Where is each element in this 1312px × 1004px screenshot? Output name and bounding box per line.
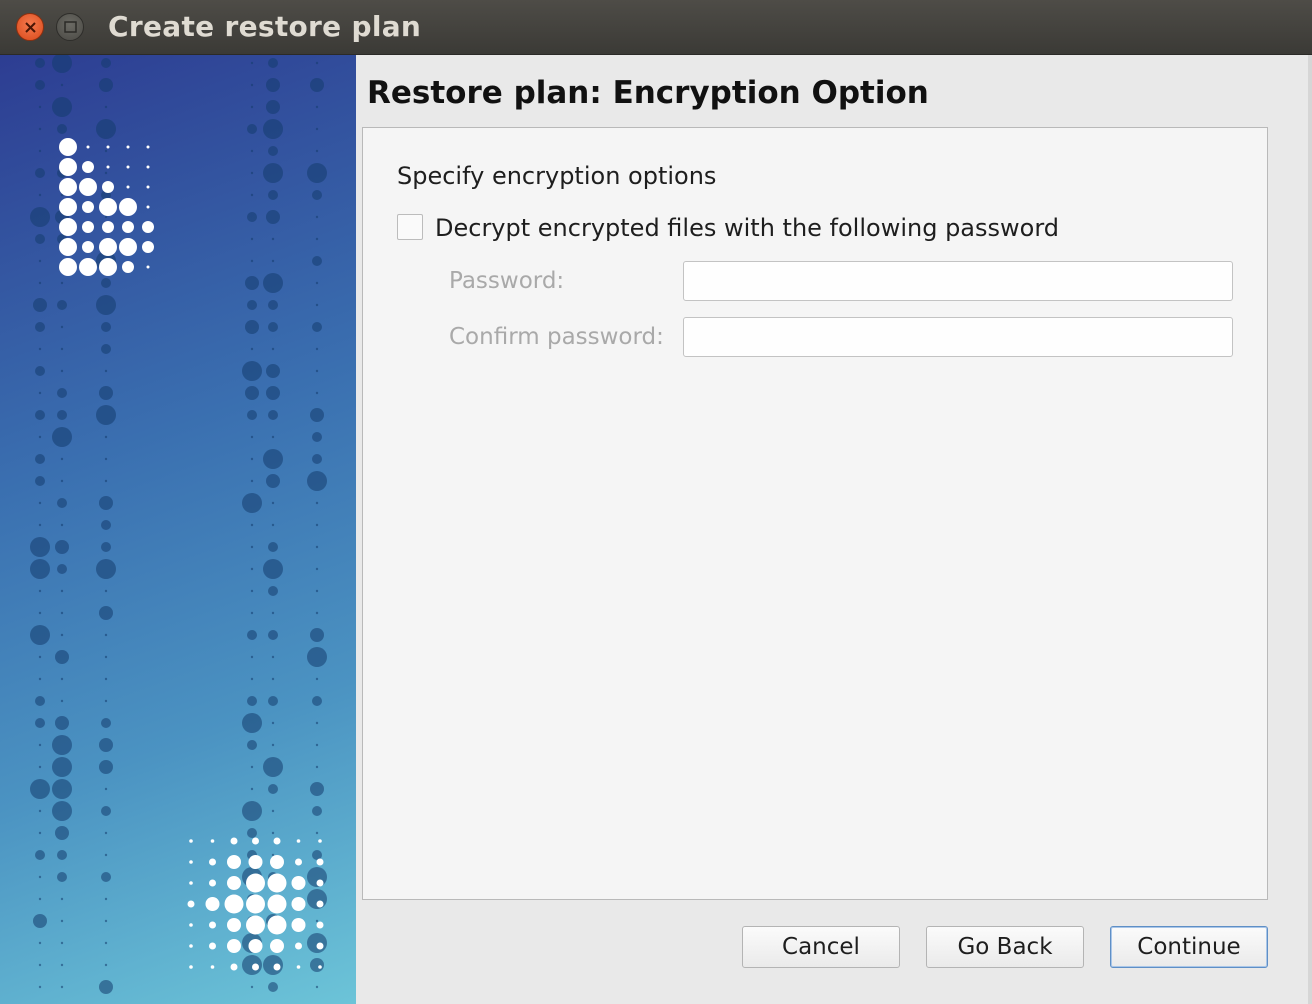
encryption-options-panel: Specify encryption options Decrypt encry… bbox=[362, 127, 1268, 900]
decrypt-checkbox-label[interactable]: Decrypt encrypted files with the followi… bbox=[435, 214, 1059, 242]
window-edge bbox=[1308, 55, 1312, 1004]
cancel-button[interactable]: Cancel bbox=[742, 926, 900, 968]
page-title: Restore plan: Encryption Option bbox=[367, 75, 929, 111]
confirm-password-field[interactable] bbox=[683, 317, 1233, 357]
password-label: Password: bbox=[449, 268, 565, 294]
password-field[interactable] bbox=[683, 261, 1233, 301]
continue-button[interactable]: Continue bbox=[1110, 926, 1268, 968]
title-bar: Create restore plan bbox=[0, 0, 1312, 55]
go-back-button[interactable]: Go Back bbox=[926, 926, 1084, 968]
close-icon bbox=[25, 22, 36, 33]
dot-pattern-graphic bbox=[30, 55, 327, 994]
maximize-icon bbox=[64, 21, 77, 33]
close-window-button[interactable] bbox=[16, 13, 44, 41]
section-label: Specify encryption options bbox=[397, 162, 717, 190]
window-title: Create restore plan bbox=[108, 10, 422, 43]
wizard-content: Restore plan: Encryption Option Specify … bbox=[356, 55, 1312, 1004]
confirm-password-label: Confirm password: bbox=[449, 324, 664, 350]
sidebar-banner bbox=[0, 55, 356, 1004]
maximize-window-button[interactable] bbox=[56, 13, 84, 41]
decrypt-checkbox[interactable] bbox=[397, 214, 423, 240]
